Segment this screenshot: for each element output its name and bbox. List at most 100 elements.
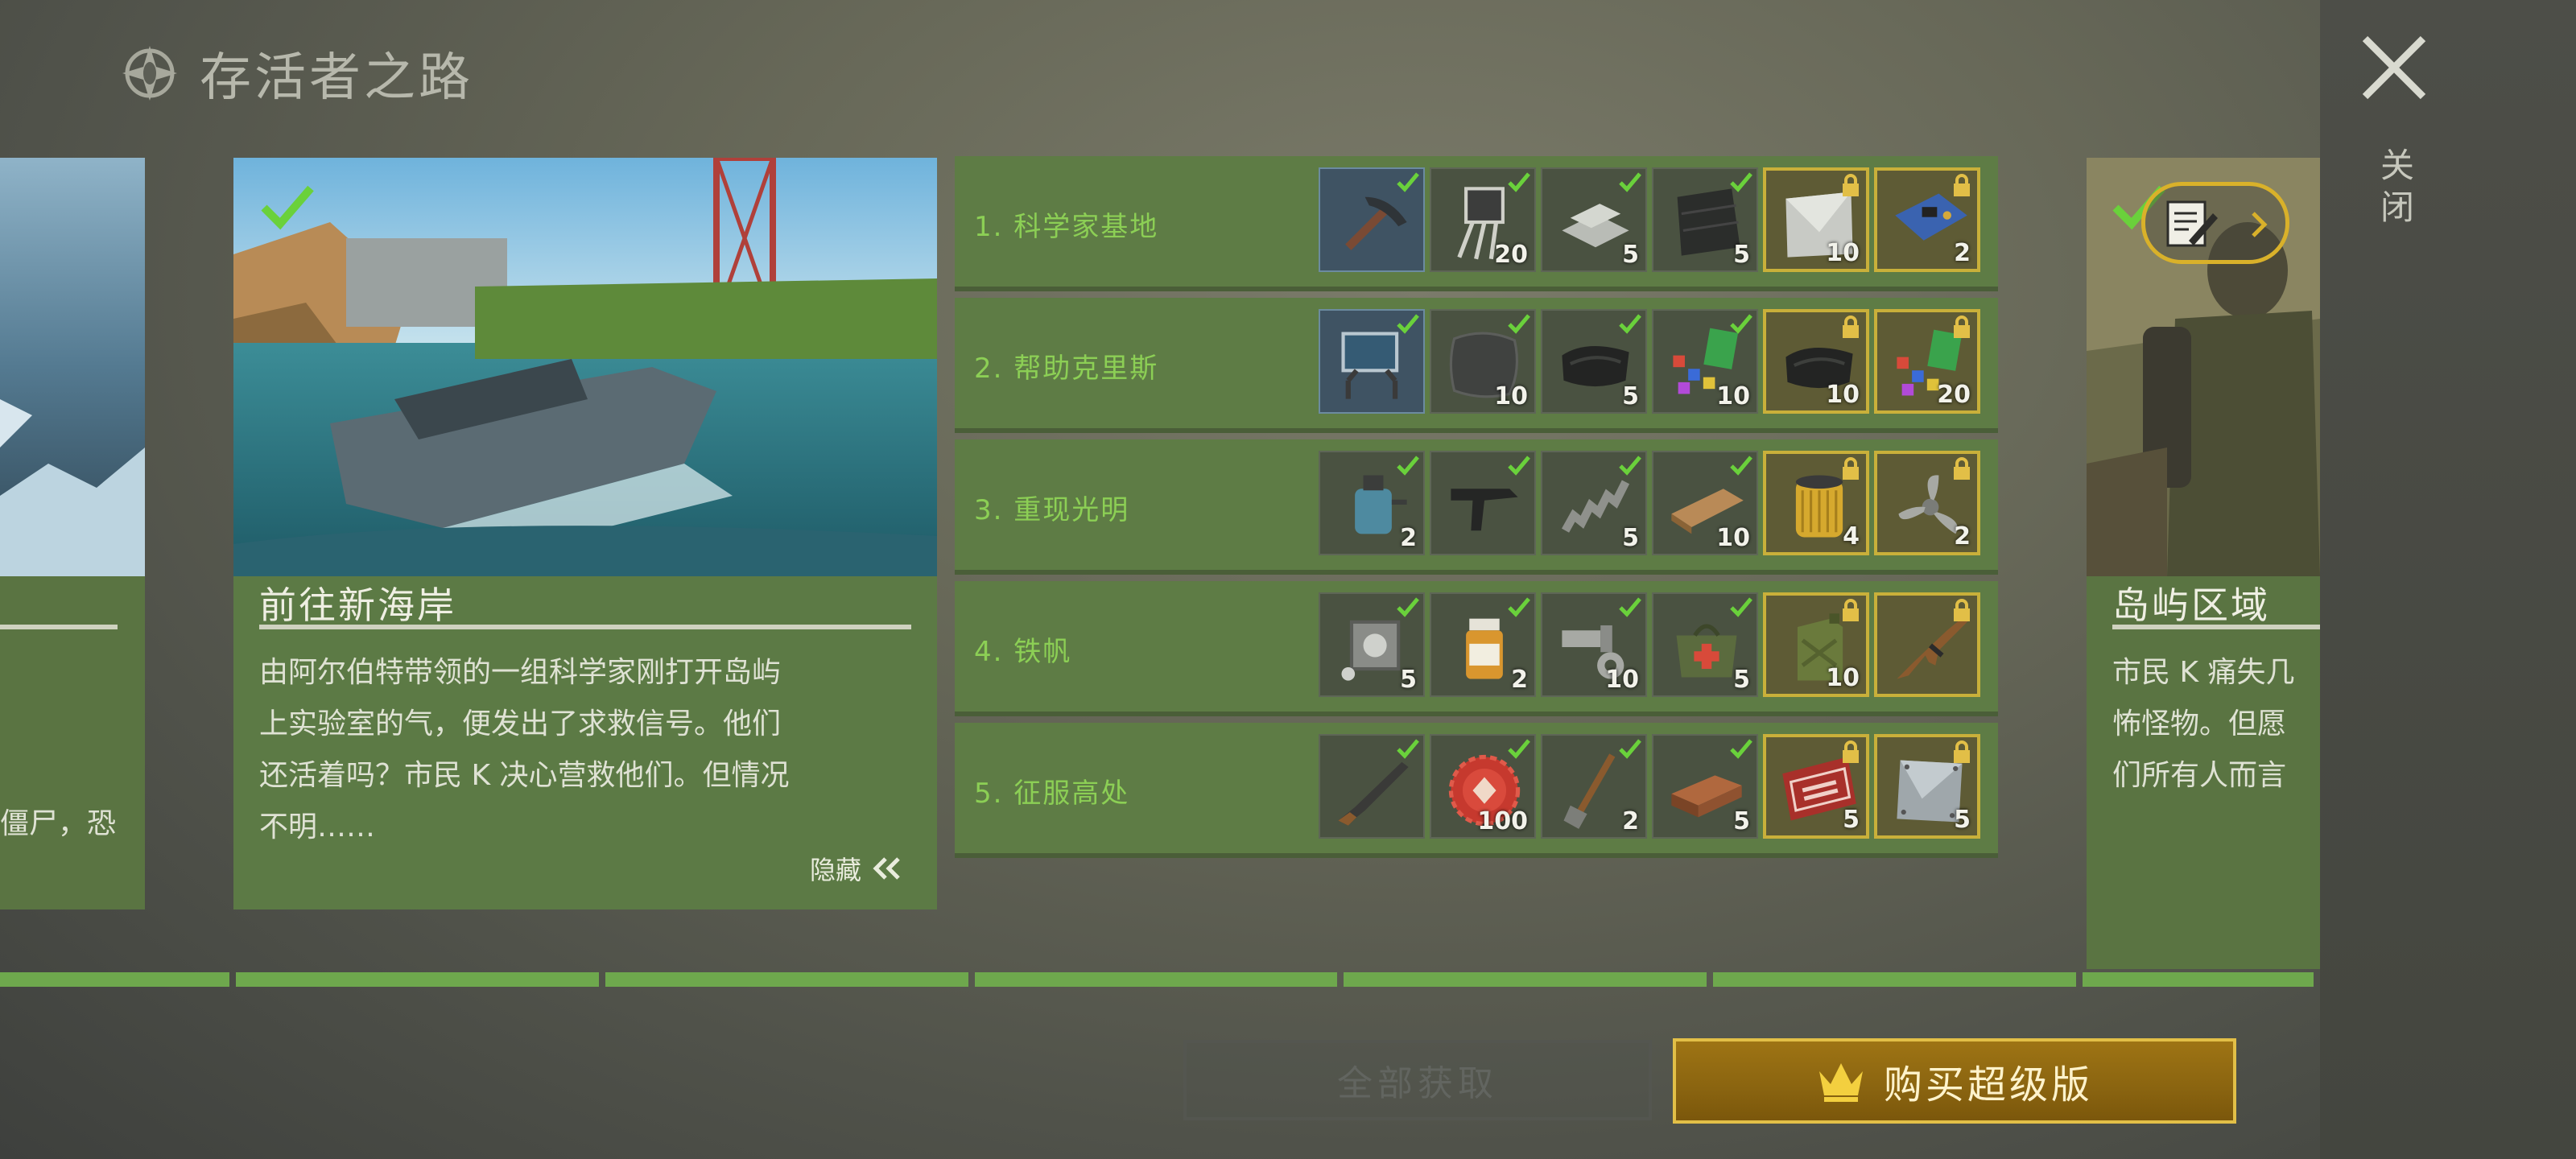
item-count: 10	[1826, 381, 1860, 409]
buy-premium-label: 购买超级版	[1883, 1062, 2093, 1107]
check-icon	[1397, 456, 1419, 476]
item-count: 5	[1622, 382, 1639, 410]
reward-item[interactable]: 10	[1763, 592, 1869, 697]
reward-item[interactable]: 5	[1541, 167, 1647, 272]
reward-items: 2 5 10 4 2	[1319, 451, 1980, 555]
reward-item[interactable]: 20	[1874, 309, 1980, 414]
reward-item[interactable]: 5	[1874, 734, 1980, 839]
task-row: 3. 重现光明 2 5 10 4 2	[955, 439, 1998, 575]
item-count: 2	[1954, 522, 1971, 551]
reward-item[interactable]: 100	[1430, 734, 1536, 839]
progress-segment	[2082, 972, 2314, 987]
lock-icon	[1954, 599, 1970, 621]
check-icon	[1619, 739, 1641, 759]
card-image-boat	[233, 158, 937, 576]
check-icon	[1508, 172, 1530, 192]
lock-icon	[1954, 316, 1970, 338]
check-icon	[1508, 739, 1530, 759]
item-count: 5	[1622, 524, 1639, 552]
card-divider	[259, 625, 911, 629]
check-icon	[1619, 172, 1641, 192]
task-row: 5. 征服高处 100 2 5 5 5	[955, 723, 1998, 858]
completed-check-icon	[261, 185, 314, 230]
hide-button[interactable]: 隐藏	[810, 850, 902, 887]
lock-icon	[1843, 316, 1859, 338]
lock-icon	[1954, 740, 1970, 763]
check-icon	[1508, 314, 1530, 334]
reward-item[interactable]: 10	[1541, 592, 1647, 697]
claim-all-label: 全部获取	[1337, 1063, 1498, 1104]
buy-premium-button[interactable]: 购买超级版	[1673, 1038, 2236, 1124]
desc-line: 市民 K 痛失几	[2112, 656, 2295, 689]
progress-segment	[0, 972, 230, 987]
notes-badge[interactable]	[2141, 182, 2289, 264]
reward-item[interactable]: 20	[1430, 167, 1536, 272]
reward-items: 5 2 10 5 10	[1319, 592, 1980, 697]
card-title: 岛屿区域	[2112, 584, 2270, 627]
task-list: 1. 科学家基地 20 5 5 10 2 2. 帮助克里斯 10 5 10 10…	[955, 156, 1998, 864]
item-count: 10	[1716, 524, 1750, 552]
chapter-card-previous[interactable]: 僵尸，恐 更多	[0, 158, 145, 909]
reward-item[interactable]: 2	[1874, 167, 1980, 272]
item-count: 2	[1511, 666, 1528, 694]
reward-item[interactable]: 2	[1319, 451, 1425, 555]
progress-segment	[1344, 972, 1707, 987]
item-count: 10	[1716, 382, 1750, 410]
task-row: 2. 帮助克里斯 10 5 10 10 20	[955, 298, 1998, 433]
reward-item[interactable]: 5	[1652, 592, 1758, 697]
item-count: 5	[1733, 807, 1750, 835]
item-count: 10	[1494, 382, 1528, 410]
claim-all-button[interactable]: 全部获取	[1183, 1040, 1652, 1120]
reward-item[interactable]: 5	[1541, 451, 1647, 555]
item-count: 5	[1843, 806, 1860, 834]
chapter-card-current[interactable]: 前往新海岸 由阿尔伯特带领的一组科学家刚打开岛屿 上实验室的气，便发出了求救信号…	[233, 158, 937, 909]
reward-item[interactable]	[1430, 451, 1536, 555]
reward-item[interactable]: 2	[1541, 734, 1647, 839]
task-row: 1. 科学家基地 20 5 5 10 2	[955, 156, 1998, 291]
reward-item[interactable]: 10	[1652, 451, 1758, 555]
reward-item[interactable]: 10	[1430, 309, 1536, 414]
compass-emblem-icon	[122, 46, 177, 101]
reward-item[interactable]: 10	[1652, 309, 1758, 414]
item-count: 5	[1733, 241, 1750, 269]
lock-icon	[1843, 599, 1859, 621]
item-count: 10	[1826, 664, 1860, 692]
card-title: 前往新海岸	[259, 584, 456, 627]
close-label[interactable]: 关闭	[2379, 145, 2416, 229]
chapter-progress-track	[0, 972, 2320, 987]
reward-item[interactable]: 10	[1763, 167, 1869, 272]
reward-item[interactable]	[1319, 309, 1425, 414]
reward-item[interactable]: 2	[1430, 592, 1536, 697]
check-icon	[1619, 597, 1641, 617]
reward-item[interactable]	[1319, 167, 1425, 272]
reward-item[interactable]	[1874, 592, 1980, 697]
check-icon	[1397, 172, 1419, 192]
card-description: 僵尸，恐	[0, 807, 117, 840]
reward-item[interactable]: 10	[1763, 309, 1869, 414]
card-description: 市民 K 痛失几 怖怪物。但愿 们所有人而言	[2112, 647, 2295, 802]
check-icon	[1619, 314, 1641, 334]
progress-segment	[1713, 972, 2076, 987]
item-count: 5	[1733, 666, 1750, 694]
item-count: 2	[1400, 524, 1417, 552]
close-icon[interactable]	[2359, 32, 2429, 103]
reward-item[interactable]: 5	[1541, 309, 1647, 414]
chapter-card-next[interactable]: 岛屿区域 市民 K 痛失几 怖怪物。但愿 们所有人而言	[2087, 158, 2320, 969]
reward-item[interactable]: 4	[1763, 451, 1869, 555]
card-divider	[0, 625, 118, 629]
reward-item[interactable]: 2	[1874, 451, 1980, 555]
check-icon	[1397, 739, 1419, 759]
desc-line: 上实验室的气，便发出了求救信号。他们	[259, 707, 782, 740]
lock-icon	[1843, 740, 1859, 763]
reward-item[interactable]	[1319, 734, 1425, 839]
check-icon	[1619, 456, 1641, 476]
reward-item[interactable]: 5	[1763, 734, 1869, 839]
reward-item[interactable]: 5	[1652, 734, 1758, 839]
check-icon	[1730, 456, 1752, 476]
lock-icon	[1954, 457, 1970, 480]
progress-segment	[605, 972, 968, 987]
reward-item[interactable]: 5	[1652, 167, 1758, 272]
task-label: 3. 重现光明	[974, 494, 1130, 526]
reward-item[interactable]: 5	[1319, 592, 1425, 697]
card-divider	[2112, 625, 2320, 629]
